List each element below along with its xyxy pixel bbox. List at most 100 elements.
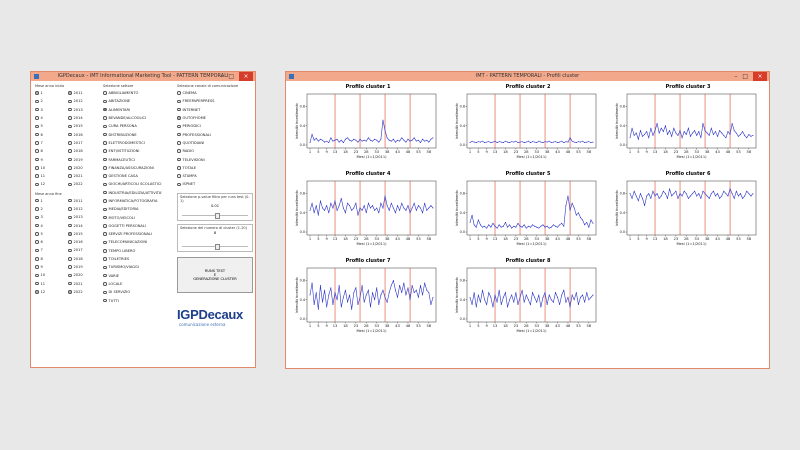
channel-radio[interactable]: TELEVISIONI	[177, 155, 253, 163]
radio-button[interactable]	[103, 149, 107, 153]
month-radio-6[interactable]: 6	[35, 130, 68, 138]
month-radio-5[interactable]: 5	[35, 122, 68, 130]
sector-radio[interactable]: SERVIZI PROFESSIONALI	[103, 230, 175, 238]
channel-radio[interactable]: RADIO	[177, 147, 253, 155]
month-radio-8[interactable]: 8	[35, 147, 68, 155]
radio-button[interactable]	[68, 174, 72, 178]
radio-button[interactable]	[68, 124, 72, 129]
sector-radio[interactable]: DISTRIBUZIONE	[103, 130, 175, 138]
radio-button[interactable]	[103, 157, 107, 162]
radio-button[interactable]	[177, 149, 181, 153]
radio-button[interactable]	[103, 182, 107, 187]
minimize-icon[interactable]: –	[734, 72, 737, 81]
radio-button[interactable]	[35, 198, 39, 203]
radio-button[interactable]	[103, 273, 107, 278]
radio-button[interactable]	[68, 157, 72, 162]
year-radio-2018[interactable]: 2018	[68, 147, 101, 155]
year-radio-2016[interactable]: 2016	[68, 238, 101, 246]
radio-button[interactable]	[35, 116, 39, 120]
sector-radio[interactable]: TUTTI	[103, 296, 175, 304]
radio-button[interactable]	[103, 141, 107, 145]
radio-button[interactable]	[103, 99, 107, 104]
sector-radio[interactable]: ALIMENTARI	[103, 106, 175, 114]
run-button[interactable]: RUNS TEST E GENERAZIONE CLUSTER	[177, 256, 253, 293]
radio-button[interactable]	[103, 91, 107, 95]
radio-button[interactable]	[68, 107, 72, 112]
radio-button[interactable]	[103, 132, 107, 137]
radio-button[interactable]	[68, 149, 72, 153]
radio-button[interactable]	[68, 290, 72, 294]
radio-button[interactable]	[177, 99, 181, 104]
month-radio-1[interactable]: 1	[35, 89, 68, 97]
radio-button[interactable]	[35, 157, 39, 162]
radio-button[interactable]	[103, 224, 107, 228]
year-radio-2014[interactable]: 2014	[68, 221, 101, 229]
radio-button[interactable]	[68, 215, 72, 220]
radio-button[interactable]	[68, 198, 72, 203]
year-radio-2015[interactable]: 2015	[68, 230, 101, 238]
radio-button[interactable]	[177, 166, 181, 170]
radio-button[interactable]	[103, 174, 107, 178]
year-radio-2019[interactable]: 2019	[68, 155, 101, 163]
radio-button[interactable]	[68, 91, 72, 95]
sector-radio[interactable]: OGGETTI PERSONALI	[103, 222, 175, 230]
radio-button[interactable]	[103, 265, 107, 270]
channel-radio[interactable]: STAMPA	[177, 172, 253, 180]
channel-radio[interactable]: ISPNET	[177, 180, 253, 188]
radio-button[interactable]	[103, 215, 107, 220]
sector-radio[interactable]: TOILETRIES	[103, 255, 175, 263]
radio-button[interactable]	[68, 232, 72, 236]
radio-button[interactable]	[103, 298, 107, 303]
radio-button[interactable]	[35, 107, 39, 112]
sector-radio[interactable]: INFORMATICA/FOTOGRAFIA	[103, 197, 175, 205]
radio-button[interactable]	[68, 273, 72, 278]
radio-button[interactable]	[35, 99, 39, 104]
close-icon[interactable]: ×	[239, 72, 253, 81]
radio-button[interactable]	[68, 166, 72, 170]
radio-button[interactable]	[68, 207, 72, 211]
radio-button[interactable]	[68, 99, 72, 104]
month-radio-9[interactable]: 9	[35, 263, 68, 271]
year-radio-2022[interactable]: 2022	[68, 288, 101, 296]
radio-button[interactable]	[177, 91, 181, 95]
month-radio-10[interactable]: 10	[35, 271, 68, 279]
sector-radio[interactable]: MEDIA/EDITORIA	[103, 205, 175, 213]
radio-button[interactable]	[68, 240, 72, 244]
year-radio-2019[interactable]: 2019	[68, 263, 101, 271]
month-radio-9[interactable]: 9	[35, 155, 68, 163]
radio-button[interactable]	[35, 166, 39, 170]
radio-button[interactable]	[35, 174, 39, 178]
sector-radio[interactable]: BEVANDE/ALCOOLICI	[103, 114, 175, 122]
radio-button[interactable]	[68, 248, 72, 253]
radio-button[interactable]	[103, 116, 107, 120]
radio-button[interactable]	[68, 281, 72, 286]
radio-button[interactable]	[177, 107, 181, 112]
maximize-icon[interactable]: □	[742, 72, 748, 81]
sector-radio[interactable]: LOCALE	[103, 280, 175, 288]
sector-radio[interactable]: DI SERVIZIO	[103, 288, 175, 296]
radio-button[interactable]	[103, 207, 107, 212]
sector-radio[interactable]: ENTI/ISTITUZIONI	[103, 147, 175, 155]
sector-radio[interactable]: GIOCHI/ARTICOLI SCOLASTICI	[103, 180, 175, 188]
radio-button[interactable]	[35, 232, 39, 236]
radio-button[interactable]	[68, 257, 72, 261]
month-radio-1[interactable]: 1	[35, 197, 68, 205]
sector-radio[interactable]: GESTIONE CASA	[103, 172, 175, 180]
radio-button[interactable]	[103, 290, 107, 295]
channel-radio[interactable]: PROFESSIONALI	[177, 130, 253, 138]
radio-button[interactable]	[103, 240, 107, 245]
close-icon[interactable]: ×	[753, 72, 767, 81]
month-radio-11[interactable]: 11	[35, 172, 68, 180]
month-radio-4[interactable]: 4	[35, 114, 68, 122]
radio-button[interactable]	[68, 116, 72, 120]
radio-button[interactable]	[35, 91, 39, 95]
radio-button[interactable]	[103, 124, 107, 129]
radio-button[interactable]	[35, 265, 39, 269]
month-radio-12[interactable]: 12	[35, 180, 68, 188]
sector-radio[interactable]: INDUSTRIA/EDILIZIA/ATTIVITA'	[103, 189, 175, 197]
radio-button[interactable]	[103, 190, 107, 195]
month-radio-2[interactable]: 2	[35, 205, 68, 213]
year-radio-2017[interactable]: 2017	[68, 246, 101, 254]
month-radio-12[interactable]: 12	[35, 288, 68, 296]
month-radio-7[interactable]: 7	[35, 246, 68, 254]
